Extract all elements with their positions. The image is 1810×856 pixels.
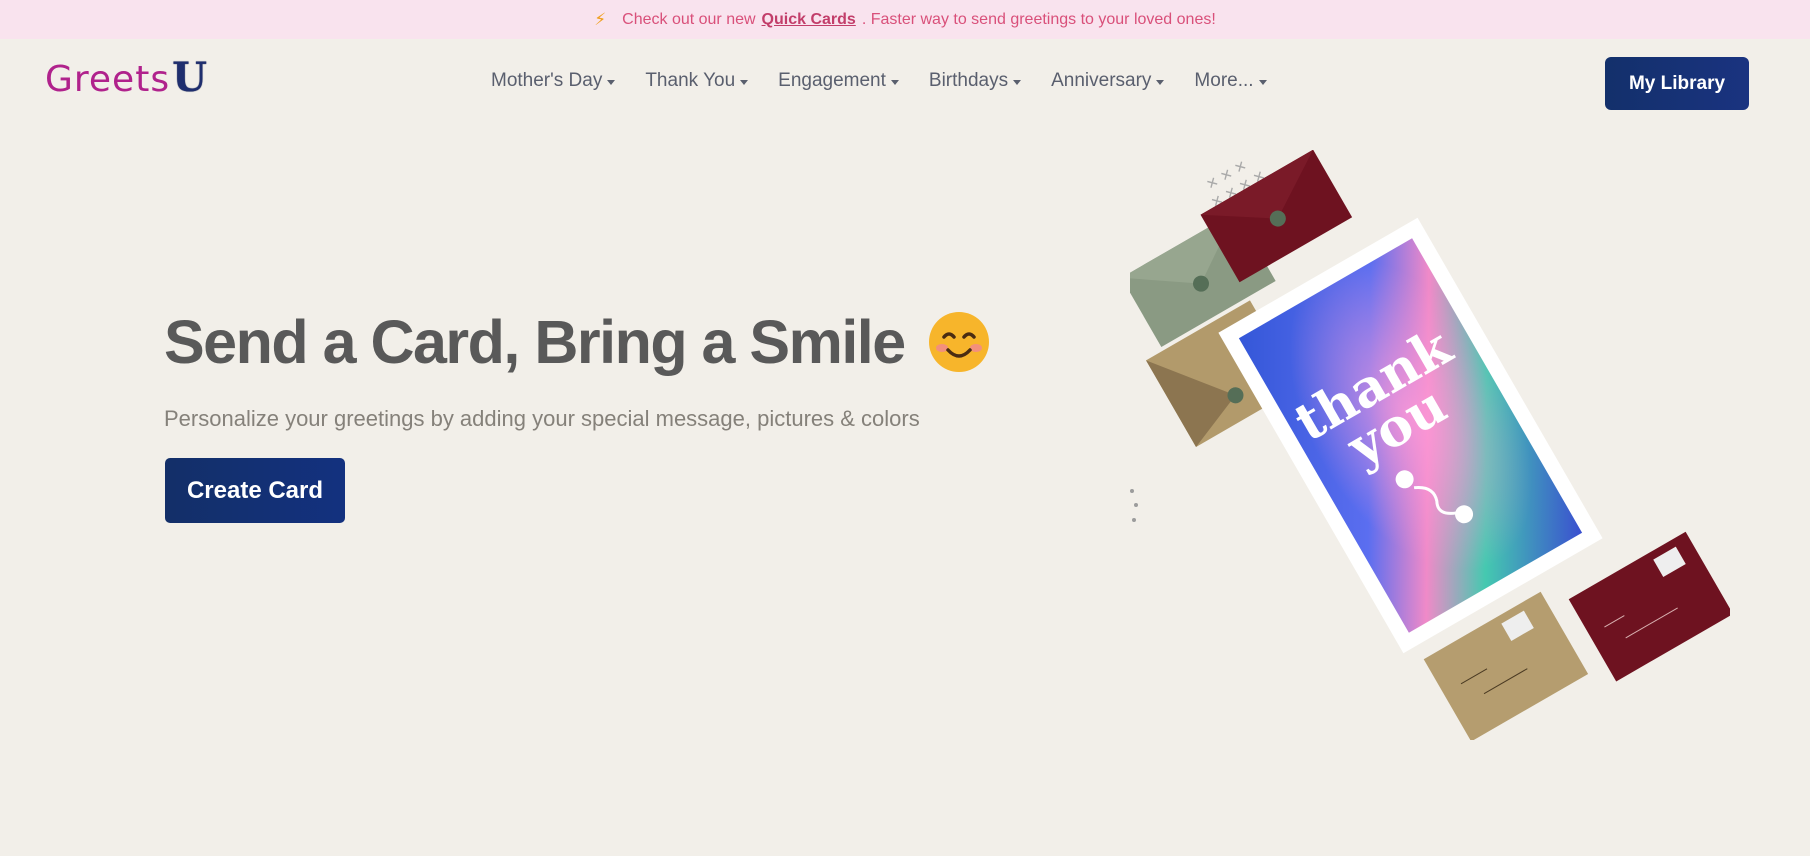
nav-birthdays[interactable]: Birthdays — [928, 70, 1022, 92]
nav-anniversary[interactable]: Anniversary — [1051, 70, 1165, 92]
confetti-left — [1130, 489, 1138, 522]
cards-illustration: ✕ ✕ ✕ ✕ ✕ ✕ ✕ ✕ ✕ ✕ thank you — [1130, 150, 1730, 740]
logo-wordmark: Greets — [45, 59, 171, 100]
hero-title: Send a Card, Bring a Smile — [164, 307, 991, 377]
caret-down-icon — [1258, 79, 1267, 85]
announcement-prefix: Check out our new — [622, 10, 756, 28]
create-card-button[interactable]: Create Card — [165, 458, 345, 523]
main-nav: Mother's Day Thank You Engagement Birthd… — [491, 70, 1267, 92]
burgundy-note-card — [1568, 531, 1730, 682]
smiling-face-icon — [928, 312, 989, 372]
greetsu-logo[interactable]: Greets U — [45, 58, 207, 98]
nav-label: Birthdays — [928, 70, 1009, 91]
caret-down-icon — [890, 79, 899, 85]
nav-label: More... — [1194, 70, 1254, 91]
announcement-bar: ⚡ Check out our new Quick Cards . Faster … — [0, 0, 1810, 39]
nav-label: Anniversary — [1051, 70, 1152, 91]
logo-u-mark: U — [172, 54, 207, 101]
nav-label: Mother's Day — [491, 70, 603, 91]
nav-thank-you[interactable]: Thank You — [645, 70, 749, 92]
nav-label: Engagement — [778, 70, 886, 91]
thank-you-card: thank you — [1218, 217, 1603, 654]
nav-engagement[interactable]: Engagement — [778, 70, 899, 92]
hero-title-text: Send a Card, Bring a Smile — [164, 308, 906, 376]
my-library-button[interactable]: My Library — [1605, 57, 1749, 110]
announcement-suffix: . Faster way to send greetings to your l… — [861, 10, 1216, 28]
lightning-icon: ⚡ — [594, 9, 607, 29]
nav-mothers-day[interactable]: Mother's Day — [491, 70, 616, 92]
nav-label: Thank You — [645, 70, 736, 91]
quick-cards-link[interactable]: Quick Cards — [762, 11, 856, 29]
caret-down-icon — [1156, 79, 1165, 85]
hero-subtitle: Personalize your greetings by adding you… — [164, 406, 920, 431]
caret-down-icon — [607, 79, 616, 85]
caret-down-icon — [1013, 79, 1022, 85]
caret-down-icon — [740, 79, 749, 85]
nav-more[interactable]: More... — [1194, 70, 1267, 92]
